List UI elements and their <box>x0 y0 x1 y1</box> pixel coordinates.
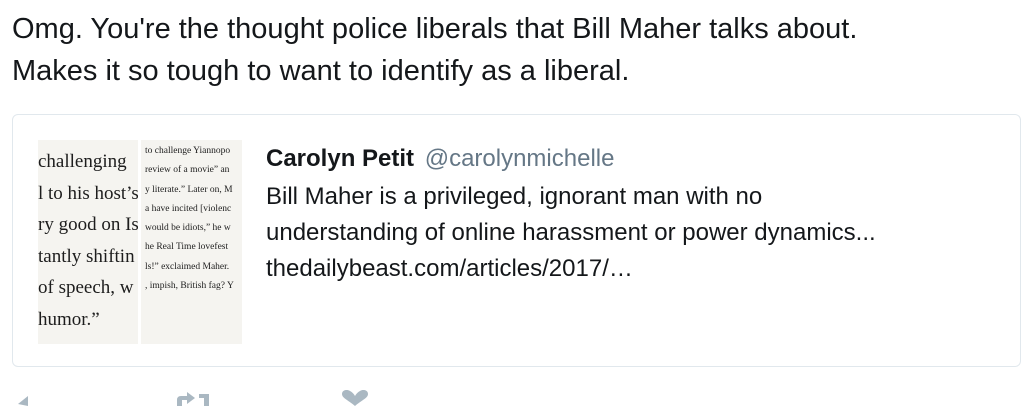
thumbnail-text-line: review of a movie” an <box>145 165 230 176</box>
quoted-author-name[interactable]: Carolyn Petit <box>266 145 414 172</box>
thumbnail-text-line: y literate.” Later on, M <box>145 184 233 195</box>
thumbnail-text-line: ls!” exclaimed Maher. <box>145 261 230 272</box>
thumbnail-text-line: he Real Time lovefest <box>145 242 229 253</box>
quoted-tweet-body: Carolyn Petit @carolynmichelle Bill Mahe… <box>266 143 1006 287</box>
heart-icon[interactable] <box>340 390 370 406</box>
quoted-tweet-header: Carolyn Petit @carolynmichelle <box>266 143 1006 175</box>
thumbnail-text-line: challenging <box>38 151 127 172</box>
quoted-author-handle[interactable]: @carolynmichelle <box>425 145 615 172</box>
quoted-tweet-text: Bill Maher is a privileged, ignorant man… <box>266 179 1006 287</box>
thumbnail-text-line: humor.” <box>38 308 100 330</box>
tweet-text-line: Omg. You're the thought police liberals … <box>12 13 858 45</box>
quoted-text-line: Bill Maher is a privileged, ignorant man… <box>266 183 763 210</box>
tweet-actions <box>12 390 512 406</box>
quoted-text-line: understanding of online harassment or po… <box>266 219 876 246</box>
thumbnail-text-line: a have incited [violenc <box>145 203 232 214</box>
thumbnail-text-line: l to his host’s <box>38 182 138 204</box>
thumbnail-text-line: would be idiots,” he w <box>145 223 231 234</box>
thumbnail-text-line: tantly shiftin <box>38 245 135 267</box>
thumbnail-right-column: to challenge Yiannopo review of a movie”… <box>141 140 242 344</box>
quoted-tweet-card[interactable]: challenging l to his host’s ry good on I… <box>12 114 1021 367</box>
retweet-icon[interactable] <box>175 390 213 406</box>
thumbnail-text-line: , impish, British fag? Y <box>145 281 234 292</box>
thumbnail-text-line: to challenge Yiannopo <box>145 146 231 156</box>
tweet-text: Omg. You're the thought police liberals … <box>12 8 1022 92</box>
thumbnail-left-column: challenging l to his host’s ry good on I… <box>38 140 138 344</box>
reply-icon[interactable] <box>16 390 38 406</box>
tweet-text-line: Makes it so tough to want to identify as… <box>12 55 630 87</box>
article-thumbnail[interactable]: challenging l to his host’s ry good on I… <box>38 140 242 344</box>
quoted-link[interactable]: thedailybeast.com/articles/2017/… <box>266 251 1006 287</box>
thumbnail-text-line: of speech, w <box>38 277 134 298</box>
thumbnail-text-line: ry good on Is <box>38 214 138 235</box>
